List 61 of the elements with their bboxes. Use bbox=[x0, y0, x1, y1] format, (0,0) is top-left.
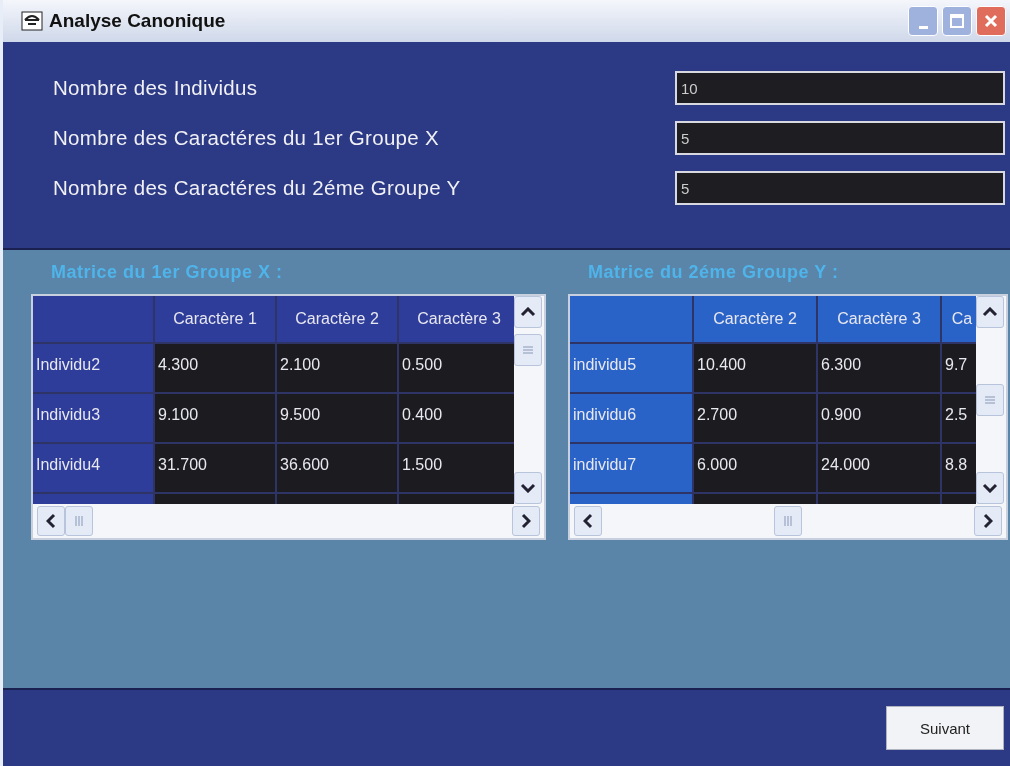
scroll-left-icon[interactable] bbox=[37, 506, 65, 536]
next-button[interactable]: Suivant bbox=[886, 706, 1004, 750]
table-cell: 0.900 bbox=[818, 394, 940, 442]
scroll-up-icon[interactable] bbox=[514, 296, 542, 328]
field-label: Nombre des Caractéres du 1er Groupe X bbox=[53, 126, 439, 150]
app-icon bbox=[21, 11, 43, 31]
scroll-thumb[interactable] bbox=[65, 506, 93, 536]
window-title: Analyse Canonique bbox=[49, 10, 227, 32]
row-header: Individu2 bbox=[33, 344, 153, 392]
row-header: individu7 bbox=[570, 444, 692, 492]
column-header: Caractère 2 bbox=[277, 296, 397, 342]
table-cell: 0.400 bbox=[399, 394, 514, 442]
table-cell: 6.000 bbox=[694, 444, 816, 492]
field-label: Nombre des Individus bbox=[53, 76, 258, 100]
scroll-down-icon[interactable] bbox=[514, 472, 542, 504]
maximize-button[interactable] bbox=[942, 6, 972, 36]
minimize-button[interactable] bbox=[908, 6, 938, 36]
column-header: Ca bbox=[942, 296, 976, 342]
table-cell: 24.000 bbox=[818, 444, 940, 492]
table-cell: 2.700 bbox=[694, 394, 816, 442]
vertical-scrollbar[interactable] bbox=[976, 296, 1006, 504]
table-cell: 6.300 bbox=[818, 344, 940, 392]
input-field[interactable]: 5 bbox=[675, 121, 1005, 155]
table-cell: 36.600 bbox=[277, 444, 397, 492]
scroll-left-icon[interactable] bbox=[574, 506, 602, 536]
input-field[interactable]: 10 bbox=[675, 71, 1005, 105]
scroll-right-icon[interactable] bbox=[512, 506, 540, 536]
table-cell: 9.100 bbox=[155, 394, 275, 442]
column-header: Caractère 3 bbox=[818, 296, 940, 342]
table-cell: 8.8 bbox=[942, 444, 976, 492]
scroll-down-icon[interactable] bbox=[976, 472, 1004, 504]
scroll-up-icon[interactable] bbox=[976, 296, 1004, 328]
matrix-title: Matrice du 1er Groupe X : bbox=[50, 261, 284, 284]
scroll-right-icon[interactable] bbox=[974, 506, 1002, 536]
table-cell: 10.400 bbox=[694, 344, 816, 392]
scroll-thumb[interactable] bbox=[514, 334, 542, 366]
input-field[interactable]: 5 bbox=[675, 171, 1005, 205]
table-cell: 1.500 bbox=[399, 444, 514, 492]
column-header: Caractère 1 bbox=[155, 296, 275, 342]
row-header: Individu3 bbox=[33, 394, 153, 442]
table-cell: 2.5 bbox=[942, 394, 976, 442]
row-header: individu5 bbox=[570, 344, 692, 392]
maximize-icon bbox=[949, 13, 965, 29]
column-header: Caractère 3 bbox=[399, 296, 514, 342]
table-cell: 9.7 bbox=[942, 344, 976, 392]
matrix-title: Matrice du 2éme Groupe Y : bbox=[587, 261, 840, 284]
minimize-icon bbox=[918, 25, 928, 29]
table-cell: 9.500 bbox=[277, 394, 397, 442]
table-cell: 2.100 bbox=[277, 344, 397, 392]
table-cell: 4.300 bbox=[155, 344, 275, 392]
column-header: Caractère 2 bbox=[694, 296, 816, 342]
vertical-scrollbar[interactable] bbox=[514, 296, 544, 504]
field-label: Nombre des Caractéres du 2éme Groupe Y bbox=[53, 176, 461, 200]
scroll-thumb[interactable] bbox=[774, 506, 802, 536]
close-icon bbox=[983, 13, 999, 29]
table-cell: 31.700 bbox=[155, 444, 275, 492]
row-header: individu6 bbox=[570, 394, 692, 442]
table-cell: 0.500 bbox=[399, 344, 514, 392]
close-button[interactable] bbox=[976, 6, 1006, 36]
row-header: Individu4 bbox=[33, 444, 153, 492]
scroll-thumb[interactable] bbox=[976, 384, 1004, 416]
